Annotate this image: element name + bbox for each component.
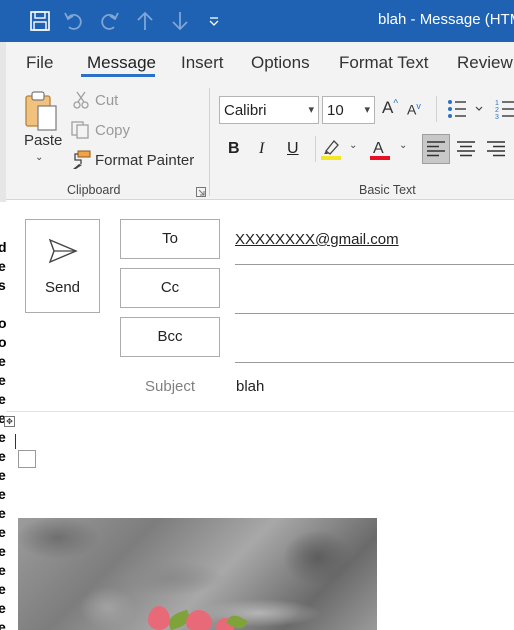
title-bar: blah - Message (HTML): [0, 0, 514, 42]
text-cursor: [15, 434, 16, 449]
grow-font-icon[interactable]: A^: [382, 98, 398, 118]
chevron-down-icon: ▾: [308, 104, 314, 116]
chevron-down-icon[interactable]: ⌄: [399, 140, 407, 151]
svg-text:3: 3: [495, 114, 499, 120]
active-tab-indicator: [81, 74, 155, 77]
subject-label: Subject: [145, 378, 196, 395]
customize-qat-icon[interactable]: [202, 9, 226, 33]
font-name-value: Calibri: [224, 102, 267, 119]
to-field[interactable]: [235, 264, 514, 265]
svg-text:2: 2: [495, 107, 499, 114]
to-button[interactable]: To: [120, 219, 220, 259]
ribbon-group-separator: [209, 88, 210, 196]
ribbon-inner-separator: [315, 136, 316, 162]
bcc-button[interactable]: Bcc: [120, 317, 220, 357]
send-button[interactable]: Send: [25, 219, 100, 313]
align-left-icon[interactable]: [426, 141, 446, 162]
bcc-field[interactable]: [235, 362, 514, 363]
tab-format-text[interactable]: Format Text: [339, 53, 428, 73]
subject-field[interactable]: blah: [236, 378, 264, 395]
bullets-icon[interactable]: [446, 98, 486, 125]
align-right-icon[interactable]: [486, 141, 506, 162]
cut-button[interactable]: Cut: [95, 92, 118, 109]
checkbox[interactable]: [18, 450, 36, 468]
window-title: blah - Message (HTML): [378, 11, 514, 28]
numbering-icon[interactable]: 123: [494, 98, 514, 125]
copy-icon[interactable]: [70, 120, 90, 145]
font-color-icon[interactable]: A: [369, 137, 391, 166]
shrink-font-icon[interactable]: Av: [407, 101, 421, 118]
inline-photo[interactable]: [18, 518, 377, 630]
cc-button[interactable]: Cc: [120, 268, 220, 308]
format-painter-button[interactable]: Format Painter: [95, 152, 194, 169]
underline-button[interactable]: U: [287, 140, 299, 158]
chevron-down-icon[interactable]: ⌄: [349, 140, 357, 151]
send-label: Send: [44, 279, 81, 296]
send-icon: [48, 238, 78, 269]
paste-dropdown-chevron-icon[interactable]: ⌄: [35, 152, 43, 163]
align-center-icon[interactable]: [456, 141, 476, 162]
table-move-handle-icon[interactable]: ✥: [4, 416, 15, 427]
svg-text:A: A: [373, 140, 384, 157]
undo-icon[interactable]: [62, 9, 86, 33]
tab-review[interactable]: Review: [457, 53, 513, 73]
highlight-icon[interactable]: [320, 137, 342, 166]
redo-icon[interactable]: [97, 9, 121, 33]
ribbon-inner-separator: [436, 96, 437, 122]
clipboard-group-label: Clipboard: [67, 183, 121, 197]
bold-button[interactable]: B: [228, 140, 240, 158]
font-size-select[interactable]: 10 ▾: [322, 96, 375, 124]
font-size-value: 10: [327, 102, 344, 119]
cut-icon[interactable]: [72, 90, 90, 115]
chevron-down-icon: ▾: [364, 104, 370, 116]
tab-options[interactable]: Options: [251, 53, 310, 73]
paste-button-label[interactable]: Paste: [24, 132, 62, 149]
tab-file[interactable]: File: [26, 53, 53, 73]
basic-text-group-label: Basic Text: [359, 183, 416, 197]
italic-button[interactable]: I: [259, 140, 264, 158]
format-painter-icon[interactable]: [70, 150, 92, 175]
down-arrow-icon[interactable]: [168, 9, 192, 33]
save-icon[interactable]: [28, 9, 52, 33]
up-arrow-icon[interactable]: [133, 9, 157, 33]
to-field-recipient[interactable]: XXXXXXXX@gmail.com: [235, 231, 399, 248]
paste-icon[interactable]: [20, 90, 66, 132]
tab-message[interactable]: Message: [87, 53, 156, 73]
tab-insert[interactable]: Insert: [181, 53, 224, 73]
cc-field[interactable]: [235, 313, 514, 314]
font-name-select[interactable]: Calibri ▾: [219, 96, 319, 124]
svg-text:1: 1: [495, 100, 499, 107]
copy-button[interactable]: Copy: [95, 122, 130, 139]
